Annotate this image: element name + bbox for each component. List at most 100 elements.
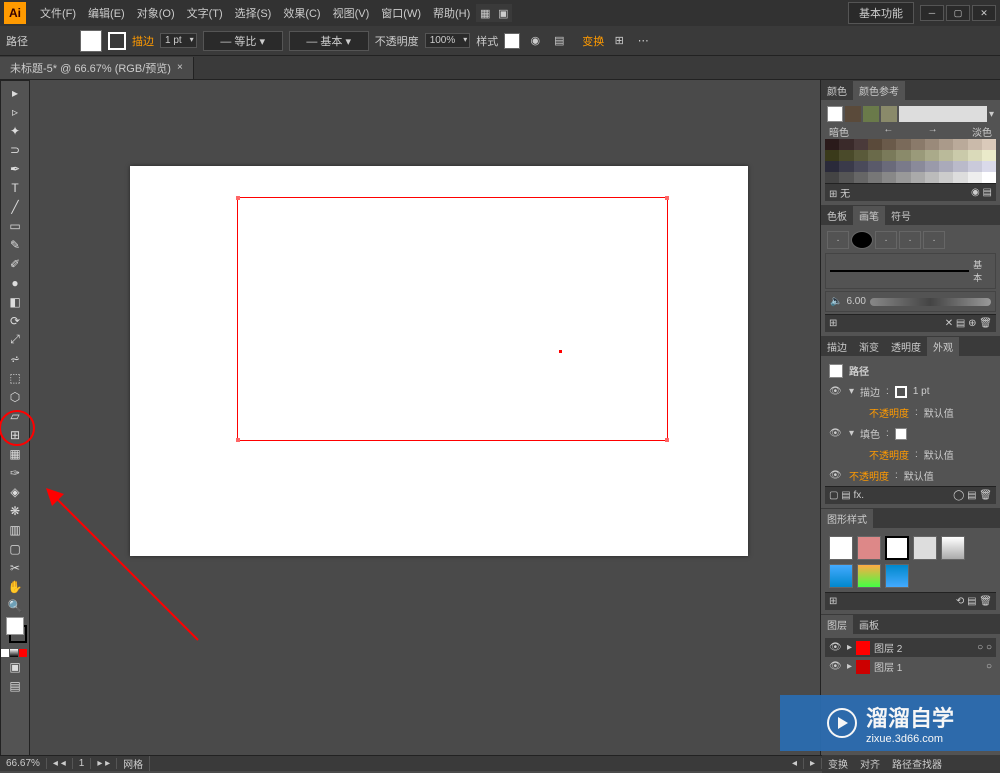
- menu-object[interactable]: 对象(O): [131, 5, 181, 21]
- eye-icon[interactable]: 👁: [829, 661, 843, 672]
- color-guide-tab[interactable]: 颜色参考: [853, 81, 905, 100]
- direct-selection-tool[interactable]: ▹: [1, 102, 29, 121]
- color-guide-menu-icon[interactable]: ◉ ▤: [971, 187, 992, 198]
- layers-tab[interactable]: 图层: [821, 615, 853, 634]
- width-tool[interactable]: ⩫: [1, 349, 29, 368]
- screen-mode2-tool[interactable]: ▤: [1, 676, 29, 695]
- free-transform-tool[interactable]: ⬚: [1, 368, 29, 387]
- eye-icon[interactable]: 👁: [829, 386, 843, 397]
- transform-label[interactable]: 变换: [582, 33, 604, 49]
- screen-mode-tool[interactable]: ▣: [1, 657, 29, 676]
- brush-preset[interactable]: [851, 231, 873, 249]
- artboard-tool[interactable]: ▢: [1, 539, 29, 558]
- stroke-panel-tab[interactable]: 描边: [821, 337, 853, 356]
- workspace-switcher[interactable]: 基本功能: [848, 2, 914, 24]
- graphic-style-item[interactable]: [829, 564, 853, 588]
- scale-tool[interactable]: ⤢: [1, 330, 29, 349]
- graphic-style-item[interactable]: [913, 536, 937, 560]
- artboard[interactable]: [130, 166, 748, 556]
- document-tab[interactable]: 未标题-5* @ 66.67% (RGB/预览) ×: [0, 57, 194, 79]
- magic-wand-tool[interactable]: ✦: [1, 121, 29, 140]
- extras-icon[interactable]: ⋯: [634, 32, 652, 50]
- recolor-icon[interactable]: ◉: [526, 32, 544, 50]
- graphic-style-item[interactable]: [885, 536, 909, 560]
- profile-dropdown[interactable]: — 等比 ▾: [203, 31, 283, 51]
- brush-preset[interactable]: ·: [875, 231, 897, 249]
- menu-edit[interactable]: 编辑(E): [82, 5, 131, 21]
- appearance-panel-tab[interactable]: 外观: [927, 337, 959, 356]
- rectangle-tool[interactable]: ▭: [1, 216, 29, 235]
- menu-file[interactable]: 文件(F): [34, 5, 82, 21]
- gradient-tool[interactable]: ▦: [1, 444, 29, 463]
- layer-row[interactable]: 👁▸图层 2○ ○: [825, 638, 996, 657]
- layer-row[interactable]: 👁▸图层 1○: [825, 657, 996, 676]
- color-tab[interactable]: 颜色: [821, 81, 853, 100]
- graphic-style-item[interactable]: [857, 536, 881, 560]
- selection-tool[interactable]: ▸: [1, 83, 29, 102]
- canvas-area[interactable]: [30, 80, 820, 771]
- fill-stroke-swatches[interactable]: [1, 615, 29, 645]
- hand-tool[interactable]: ✋: [1, 577, 29, 596]
- opacity-label[interactable]: 不透明度: [375, 33, 419, 49]
- menu-effect[interactable]: 效果(C): [277, 5, 326, 21]
- line-tool[interactable]: ╱: [1, 197, 29, 216]
- close-tab-icon[interactable]: ×: [177, 62, 183, 73]
- eye-icon[interactable]: 👁: [829, 470, 843, 481]
- blend-tool[interactable]: ◈: [1, 482, 29, 501]
- bridge-icon[interactable]: ▣: [494, 4, 512, 22]
- type-tool[interactable]: T: [1, 178, 29, 197]
- graphic-style-item[interactable]: [829, 536, 853, 560]
- graphic-styles-tab[interactable]: 图形样式: [821, 509, 873, 528]
- menu-window[interactable]: 窗口(W): [375, 5, 427, 21]
- transform-tab[interactable]: 变换: [822, 756, 854, 771]
- brush-options-icon[interactable]: ✕ ▤ ⊕ 🗑: [945, 318, 992, 329]
- arrange-docs-icon[interactable]: ▦: [476, 4, 494, 22]
- style-label[interactable]: 样式: [476, 33, 498, 49]
- lasso-tool[interactable]: ⊃: [1, 140, 29, 159]
- brush-basic[interactable]: 基本: [825, 253, 996, 289]
- page-input[interactable]: 1: [73, 758, 92, 769]
- zoom-tool[interactable]: 🔍: [1, 596, 29, 615]
- transparency-panel-tab[interactable]: 透明度: [885, 337, 927, 356]
- brushes-tab[interactable]: 画笔: [853, 206, 885, 225]
- color-guide-swatches[interactable]: [825, 139, 996, 183]
- mesh-tool[interactable]: ⊞: [1, 425, 29, 444]
- artboards-tab[interactable]: 画板: [853, 615, 885, 634]
- menu-select[interactable]: 选择(S): [229, 5, 278, 21]
- symbols-tab[interactable]: 符号: [885, 206, 917, 225]
- menu-type[interactable]: 文字(T): [181, 5, 229, 21]
- align-tab[interactable]: 对齐: [854, 756, 886, 771]
- eye-icon[interactable]: 👁: [829, 642, 843, 653]
- appearance-options-icon[interactable]: ◯ ▤ 🗑: [953, 490, 992, 501]
- close-button[interactable]: ✕: [972, 5, 996, 21]
- eraser-tool[interactable]: ◧: [1, 292, 29, 311]
- style-swatch[interactable]: [504, 33, 520, 49]
- brush-preset[interactable]: ·: [923, 231, 945, 249]
- graphic-style-item[interactable]: [857, 564, 881, 588]
- pen-tool[interactable]: ✒: [1, 159, 29, 178]
- brush-preset[interactable]: ·: [899, 231, 921, 249]
- pathfinder-tab[interactable]: 路径查找器: [886, 756, 948, 771]
- menu-help[interactable]: 帮助(H): [427, 5, 476, 21]
- gradient-panel-tab[interactable]: 渐变: [853, 337, 885, 356]
- stroke-swatch[interactable]: [108, 32, 126, 50]
- fill-swatch[interactable]: [80, 30, 102, 52]
- align-icon[interactable]: ▤: [550, 32, 568, 50]
- graphic-style-item[interactable]: [885, 564, 909, 588]
- selected-rectangle[interactable]: [237, 197, 668, 441]
- opacity-input[interactable]: 100%: [425, 33, 471, 48]
- eye-icon[interactable]: 👁: [829, 428, 843, 439]
- styles-options-icon[interactable]: ⟲ ▤ 🗑: [956, 596, 992, 607]
- brush-size[interactable]: 🔈6.00: [825, 291, 996, 312]
- brush-def-dropdown[interactable]: — 基本 ▾: [289, 31, 369, 51]
- minimize-button[interactable]: ─: [920, 5, 944, 21]
- stroke-weight-input[interactable]: 1 pt: [160, 33, 197, 48]
- brush-libraries-icon[interactable]: ⊞: [829, 318, 837, 329]
- styles-libraries-icon[interactable]: ⊞: [829, 596, 837, 607]
- isolate-icon[interactable]: ⊞: [610, 32, 628, 50]
- color-mode-row[interactable]: [1, 649, 29, 657]
- graphic-style-item[interactable]: [941, 536, 965, 560]
- paintbrush-tool[interactable]: ✎: [1, 235, 29, 254]
- eyedropper-tool[interactable]: ✑: [1, 463, 29, 482]
- stroke-label[interactable]: 描边: [132, 33, 154, 49]
